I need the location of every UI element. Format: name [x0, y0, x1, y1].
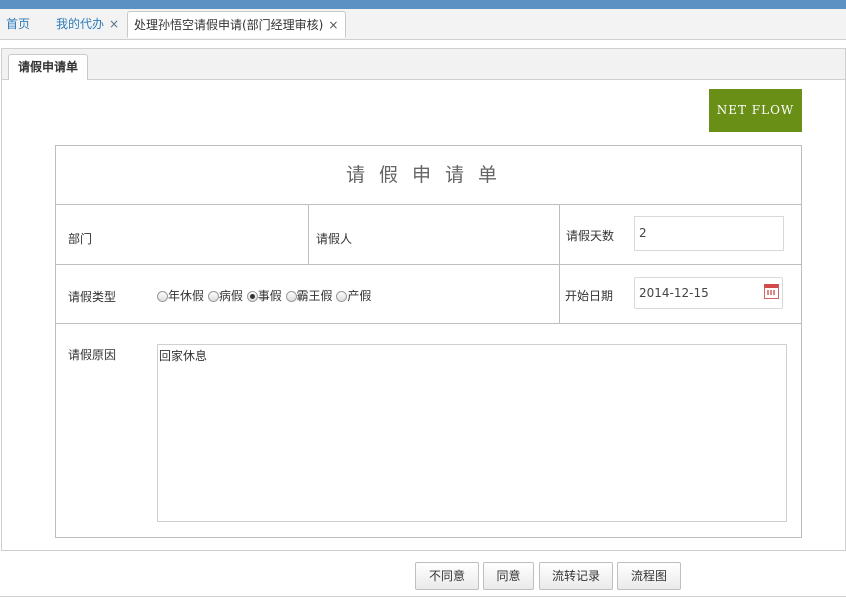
cell-divider	[559, 205, 560, 264]
tab-process-leave-label: 处理孙悟空请假申请(部门经理审核)	[134, 18, 324, 32]
start-date-label: 开始日期	[565, 289, 614, 303]
cell-divider	[308, 205, 309, 264]
approve-button[interactable]: 同意	[483, 562, 534, 590]
radio-unchecked-icon	[285, 291, 297, 302]
diagram-button[interactable]: 流程图	[617, 562, 681, 590]
form-row-basic: 部门 请假人 请假天数 2	[56, 205, 801, 265]
radio-checked-icon	[246, 291, 258, 302]
radio-sick-leave[interactable]: 病假	[207, 287, 243, 304]
form-title: 请假申请单	[56, 146, 801, 205]
radio-unchecked-icon	[157, 291, 168, 302]
start-date-value: 2014-12-15	[639, 286, 709, 300]
leave-type-radio-group: 年休假 病假 事假 霸王假 产假	[157, 287, 371, 304]
radio-annual-leave[interactable]: 年休假	[157, 287, 204, 304]
leave-request-form: 请假申请单 部门 请假人 请假天数 2 请假类型 年休假 病假 事假 霸王假 产…	[55, 145, 802, 538]
reason-label: 请假原因	[68, 348, 117, 362]
tab-leave-form[interactable]: 请假申请单	[8, 54, 89, 80]
leave-days-input[interactable]: 2	[634, 216, 784, 251]
radio-label: 产假	[347, 289, 372, 303]
radio-maternity-leave[interactable]: 产假	[336, 287, 371, 304]
calendar-icon[interactable]	[764, 284, 779, 299]
main-tab-strip: 首页 我的代办 × 处理孙悟空请假申请(部门经理审核) ×	[0, 9, 846, 40]
radio-personal-leave[interactable]: 事假	[246, 287, 282, 304]
radio-label: 事假	[257, 289, 282, 303]
top-accent-bar	[0, 0, 846, 9]
tab-home-label: 首页	[6, 17, 31, 31]
radio-unchecked-icon	[336, 291, 348, 302]
panel-tab-bar: 请假申请单	[2, 49, 845, 80]
radio-label: 霸王假	[296, 289, 333, 303]
start-date-input[interactable]: 2014-12-15	[634, 277, 783, 309]
history-button[interactable]: 流转记录	[539, 562, 613, 590]
department-label: 部门	[68, 232, 93, 246]
tab-my-todo[interactable]: 我的代办 ×	[56, 11, 119, 38]
reason-textarea[interactable]: 回家休息	[157, 344, 787, 522]
radio-bawang-leave[interactable]: 霸王假	[285, 287, 333, 304]
radio-label: 病假	[218, 289, 243, 303]
bottom-divider	[0, 596, 846, 597]
leave-days-label: 请假天数	[566, 229, 615, 243]
leave-type-label: 请假类型	[68, 290, 117, 304]
radio-unchecked-icon	[207, 291, 219, 302]
net-flow-button[interactable]: NET FLOW	[709, 89, 802, 132]
reject-button[interactable]: 不同意	[415, 562, 479, 590]
tab-home[interactable]: 首页	[6, 11, 30, 38]
form-row-type: 请假类型 年休假 病假 事假 霸王假 产假 开始日期 2014-12-15	[56, 265, 801, 324]
applicant-label: 请假人	[316, 232, 353, 246]
close-icon[interactable]: ×	[109, 17, 119, 31]
tab-process-leave[interactable]: 处理孙悟空请假申请(部门经理审核) ×	[127, 11, 346, 38]
content-panel: 请假申请单 NET FLOW 请假申请单 部门 请假人 请假天数 2 请假类型 …	[1, 48, 846, 551]
cell-divider	[559, 265, 560, 323]
radio-label: 年休假	[168, 289, 205, 303]
close-icon[interactable]: ×	[328, 18, 338, 32]
tab-my-todo-label: 我的代办	[56, 17, 105, 31]
